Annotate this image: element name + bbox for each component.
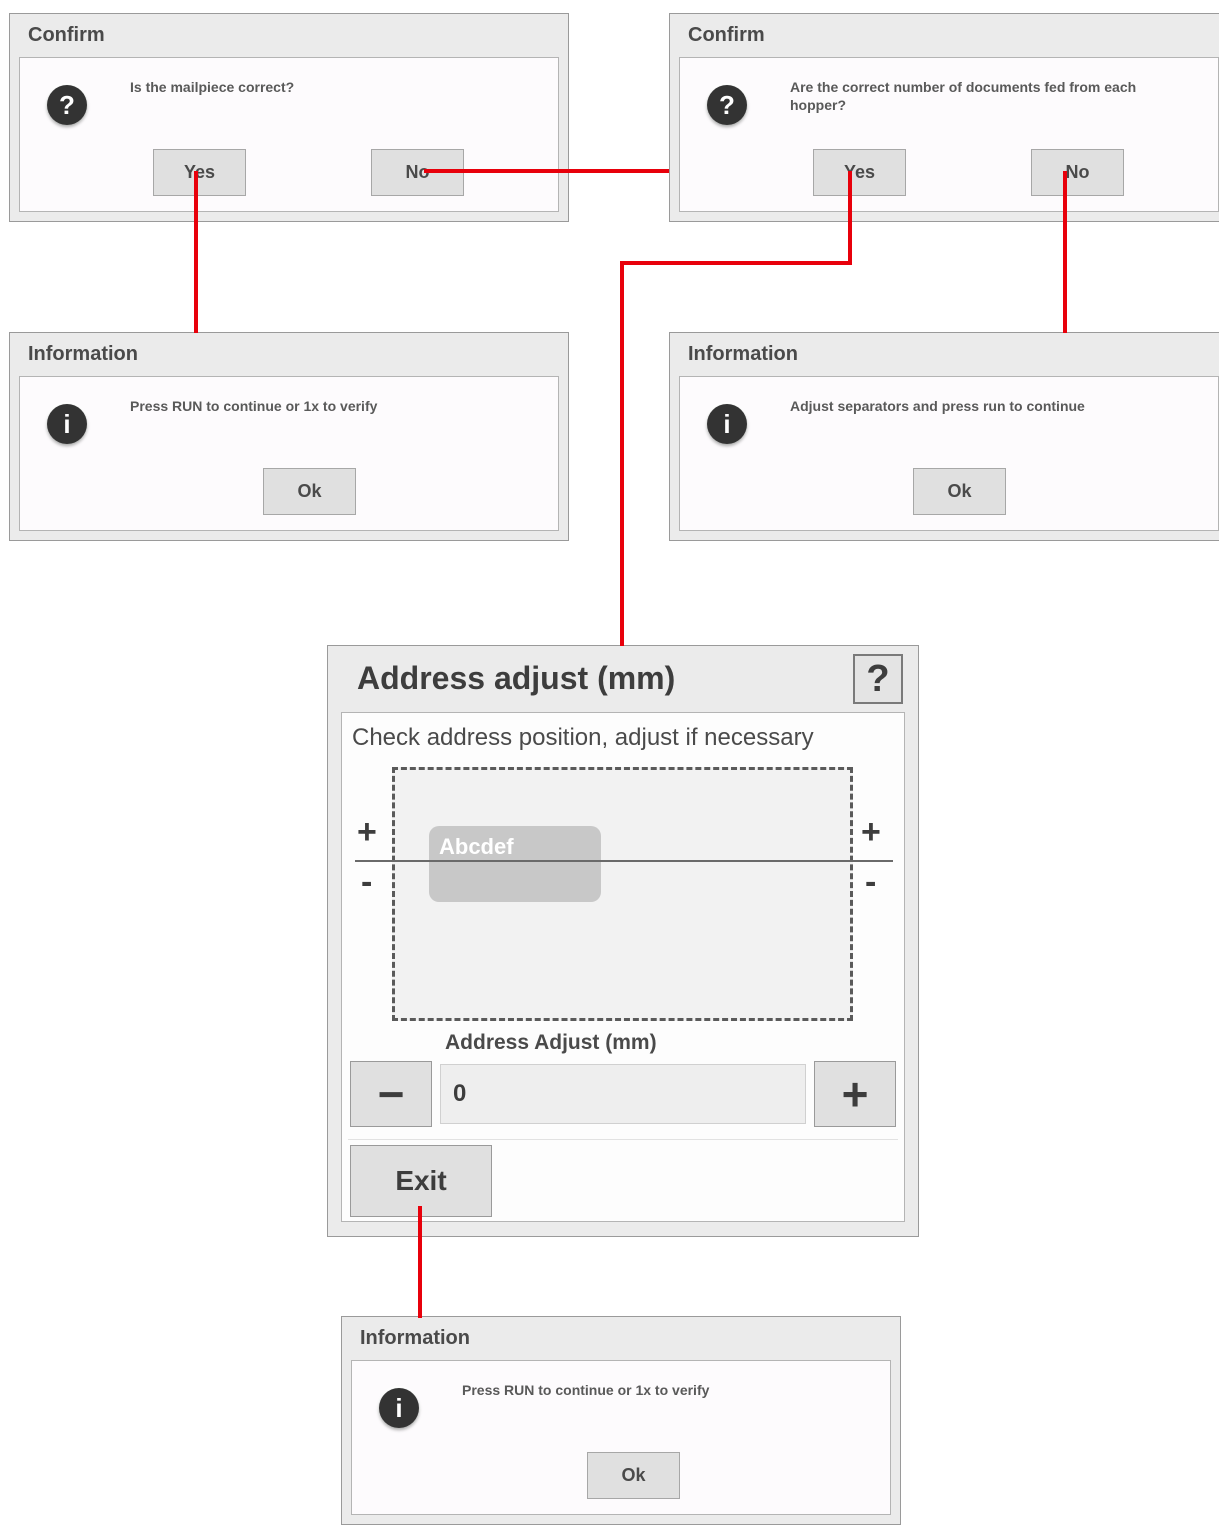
yes-button[interactable]: Yes xyxy=(813,149,906,196)
question-icon: ? xyxy=(707,85,747,125)
divider xyxy=(348,1139,898,1140)
connector-docs-yes-down xyxy=(848,171,852,265)
dialog-body: ? Are the correct number of documents fe… xyxy=(679,57,1219,212)
connector-docs-no-to-info xyxy=(1063,171,1067,333)
address-adjust-value-field[interactable]: 0 xyxy=(440,1064,806,1124)
connector-docs-yes-to-address xyxy=(620,261,624,646)
mailpiece-preview: Abcdef xyxy=(392,767,853,1021)
info-icon: i xyxy=(707,404,747,444)
yes-button[interactable]: Yes xyxy=(153,149,246,196)
dialog-message: Press RUN to continue or 1x to verify xyxy=(462,1382,710,1398)
dialog-title: Information xyxy=(688,343,798,365)
address-adjust-body: Check address position, adjust if necess… xyxy=(341,712,905,1222)
connector-exit-to-info xyxy=(418,1206,422,1318)
right-minus-marker: - xyxy=(865,863,877,901)
dialog-body: ? Is the mailpiece correct? Yes No xyxy=(19,57,559,212)
left-plus-marker: + xyxy=(357,813,377,851)
left-minus-marker: - xyxy=(361,863,373,901)
connector-docs-yes-horizontal xyxy=(620,261,852,265)
ok-button[interactable]: Ok xyxy=(913,468,1006,515)
instruction-text: Check address position, adjust if necess… xyxy=(352,724,814,751)
ok-button[interactable]: Ok xyxy=(263,468,356,515)
dialog-title: Confirm xyxy=(688,24,765,46)
dialog-message: Press RUN to continue or 1x to verify xyxy=(130,398,378,414)
confirm-mailpiece-dialog: Confirm ? Is the mailpiece correct? Yes … xyxy=(9,13,569,222)
position-guide-line xyxy=(355,860,893,862)
address-block[interactable]: Abcdef xyxy=(429,826,601,902)
dialog-body: i Adjust separators and press run to con… xyxy=(679,376,1219,531)
dialog-title: Information xyxy=(360,1327,470,1349)
no-button[interactable]: No xyxy=(1031,149,1124,196)
question-icon: ? xyxy=(47,85,87,125)
address-adjust-label: Address Adjust (mm) xyxy=(445,1031,657,1054)
dialog-title: Confirm xyxy=(28,24,105,46)
address-adjust-window: Address adjust (mm) ? Check address posi… xyxy=(327,645,919,1237)
dialog-message: Are the correct number of documents fed … xyxy=(790,79,1137,113)
right-plus-marker: + xyxy=(861,813,881,851)
dialog-title: Information xyxy=(28,343,138,365)
dialog-message: Is the mailpiece correct? xyxy=(130,79,295,95)
info-separators-dialog: Information i Adjust separators and pres… xyxy=(669,332,1219,541)
help-button[interactable]: ? xyxy=(853,654,903,704)
info-run-verify-dialog: Information i Press RUN to continue or 1… xyxy=(9,332,569,541)
dialog-message: Adjust separators and press run to conti… xyxy=(790,398,1085,414)
dialog-body: i Press RUN to continue or 1x to verify … xyxy=(351,1360,891,1515)
decrement-button[interactable]: − xyxy=(350,1061,432,1127)
window-title: Address adjust (mm) xyxy=(357,660,676,696)
increment-button[interactable]: + xyxy=(814,1061,896,1127)
ok-button[interactable]: Ok xyxy=(587,1452,680,1499)
connector-no-to-confirm-documents xyxy=(424,169,669,173)
connector-yes-to-info xyxy=(194,171,198,333)
dialog-body: i Press RUN to continue or 1x to verify … xyxy=(19,376,559,531)
info-bottom-dialog: Information i Press RUN to continue or 1… xyxy=(341,1316,901,1525)
info-icon: i xyxy=(379,1388,419,1428)
info-icon: i xyxy=(47,404,87,444)
address-sample-text: Abcdef xyxy=(439,834,514,859)
confirm-documents-dialog: Confirm ? Are the correct number of docu… xyxy=(669,13,1219,222)
